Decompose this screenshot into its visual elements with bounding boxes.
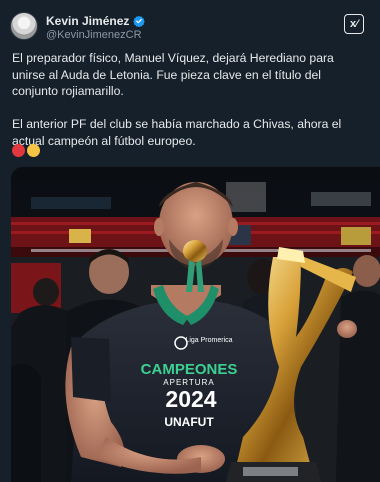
shirt-brand: Liga Promerica <box>185 337 232 344</box>
photo-illustration: Liga Promerica CAMPEONES APERTURA 2024 U… <box>11 167 380 482</box>
shirt-year: 2024 <box>165 386 216 412</box>
author-name-row[interactable]: Kevin Jiménez <box>46 14 146 28</box>
tweet-paragraph-2: El anterior PF del club se había marchad… <box>12 117 342 148</box>
tweet-header: Kevin Jiménez @KevinJimenezCR x⁄ <box>10 10 370 44</box>
tweet-text: El preparador físico, Manuel Víquez, dej… <box>12 50 370 166</box>
shirt-org: UNAFUT <box>164 415 214 429</box>
author-handle[interactable]: @KevinJimenezCR <box>46 29 142 41</box>
verified-badge-icon <box>133 15 146 27</box>
emoji-row <box>12 144 40 157</box>
author-avatar[interactable] <box>10 12 38 40</box>
author-display-name[interactable]: Kevin Jiménez <box>46 14 129 28</box>
tweet-paragraph-1: El preparador físico, Manuel Víquez, dej… <box>12 51 334 98</box>
tweet-photo[interactable]: Liga Promerica CAMPEONES APERTURA 2024 U… <box>11 167 380 482</box>
grok-button[interactable]: x⁄ <box>344 14 364 34</box>
shirt-line1: CAMPEONES <box>141 361 238 378</box>
yellow-circle-icon <box>27 144 40 157</box>
red-circle-icon <box>12 144 25 157</box>
